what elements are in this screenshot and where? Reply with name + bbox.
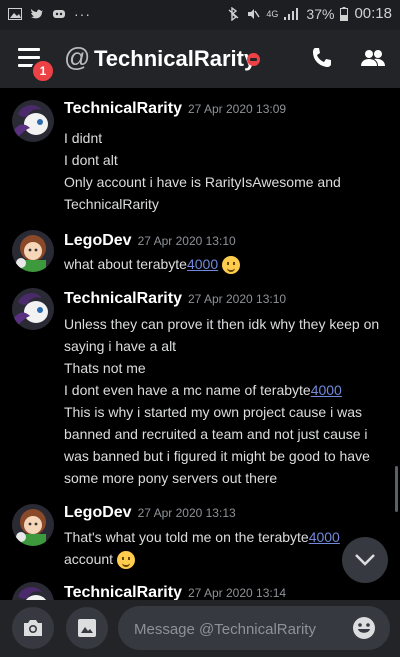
discord-notification-icon — [53, 10, 65, 18]
battery-icon — [340, 6, 349, 21]
notification-badge: 1 — [31, 59, 55, 83]
message-author[interactable]: LegoDev 27 Apr 2020 13:10 — [64, 232, 236, 250]
message-timestamp: 27 Apr 2020 13:10 — [187, 292, 287, 306]
phone-link[interactable]: 4000 — [309, 529, 340, 545]
bluetooth-mute-icon — [228, 6, 239, 21]
more-notifications-icon: ··· — [74, 6, 91, 22]
clock: 00:18 — [354, 5, 392, 22]
message-input-container[interactable] — [118, 606, 390, 652]
network-type: 4G — [266, 8, 279, 19]
twitter-notification-icon — [31, 9, 43, 19]
channel-title: TechnicalRarity — [94, 46, 257, 71]
avatar[interactable] — [12, 230, 54, 272]
dnd-status-icon — [247, 53, 260, 66]
message-line: TechnicalRarity — [64, 196, 159, 212]
message-line: That's what you told me on the terabyte4… — [64, 526, 386, 548]
message-timestamp: 27 Apr 2020 13:13 — [137, 506, 236, 520]
camera-icon — [24, 620, 42, 636]
message-line: I dont even have a mc name of terabyte40… — [64, 379, 386, 401]
message-line: banned and recruited a team and not just… — [64, 426, 368, 442]
message-line: account — [64, 548, 386, 570]
message-author[interactable]: TechnicalRarity 27 Apr 2020 13:10 — [64, 290, 286, 308]
mute-icon — [248, 8, 260, 19]
emoji-icon[interactable] — [352, 616, 376, 640]
message-text: That's what you told me on the terabyte — [64, 529, 309, 545]
message-timestamp: 27 Apr 2020 13:14 — [187, 586, 287, 600]
message-line: Unless they can prove it then idk why th… — [64, 316, 380, 332]
message-author[interactable]: LegoDev 27 Apr 2020 13:13 — [64, 504, 236, 522]
message-text: I dont even have a mc name of terabyte — [64, 382, 311, 398]
message-line: This is why i started my own project cau… — [64, 404, 362, 420]
status-bar: ··· 4G 37% 00:18 — [0, 0, 400, 30]
message-text: what about terabyte — [64, 256, 187, 272]
message-author[interactable]: TechnicalRarity 27 Apr 2020 13:14 — [64, 584, 286, 600]
avatar[interactable] — [12, 582, 54, 600]
at-icon: @ — [64, 42, 91, 72]
avatar[interactable] — [12, 504, 54, 546]
phone-link[interactable]: 4000 — [311, 382, 342, 398]
message-text: account — [64, 551, 114, 567]
message-line: I didnt — [64, 130, 103, 146]
channel-header: @ TechnicalRarity — [0, 30, 400, 88]
camera-button[interactable] — [12, 607, 54, 649]
author-name[interactable]: LegoDev — [64, 232, 132, 249]
message-line: what about terabyte4000 — [64, 253, 386, 275]
smile-emoji-icon — [222, 256, 241, 275]
message-input[interactable] — [132, 606, 346, 652]
chevron-down-icon — [355, 554, 375, 566]
message-line: was banned but i figured it might be goo… — [64, 448, 370, 464]
scrollbar[interactable] — [395, 466, 398, 512]
message-timestamp: 27 Apr 2020 13:10 — [137, 234, 236, 248]
smile-emoji-icon — [116, 551, 135, 570]
message-line: some more pony servers out there — [64, 470, 278, 486]
avatar[interactable] — [12, 100, 54, 142]
jump-to-present-button[interactable] — [342, 537, 388, 583]
message-line: I dont alt — [64, 152, 118, 168]
message-list[interactable]: TechnicalRarity 27 Apr 2020 13:09 I didnt… — [0, 88, 400, 600]
gallery-button[interactable] — [66, 607, 108, 649]
message-line: Only account i have is RarityIsAwesome a… — [64, 174, 341, 190]
avatar[interactable] — [12, 288, 54, 330]
phone-link[interactable]: 4000 — [187, 256, 218, 272]
author-name[interactable]: LegoDev — [64, 504, 132, 521]
message-line: Thats not me — [64, 360, 146, 376]
message-author[interactable]: TechnicalRarity 27 Apr 2020 13:09 — [64, 100, 286, 118]
message-line: saying i have a alt — [64, 338, 177, 354]
author-name[interactable]: TechnicalRarity — [64, 100, 182, 117]
author-name[interactable]: TechnicalRarity — [64, 584, 182, 600]
phone-icon[interactable] — [310, 46, 334, 70]
signal-icon — [284, 7, 299, 20]
members-icon[interactable] — [360, 46, 386, 70]
message-timestamp: 27 Apr 2020 13:09 — [187, 102, 287, 116]
battery-percent: 37% — [306, 5, 335, 22]
gallery-notification-icon — [8, 8, 22, 20]
composer-bar — [0, 600, 400, 657]
author-name[interactable]: TechnicalRarity — [64, 290, 182, 307]
image-icon — [78, 619, 96, 637]
